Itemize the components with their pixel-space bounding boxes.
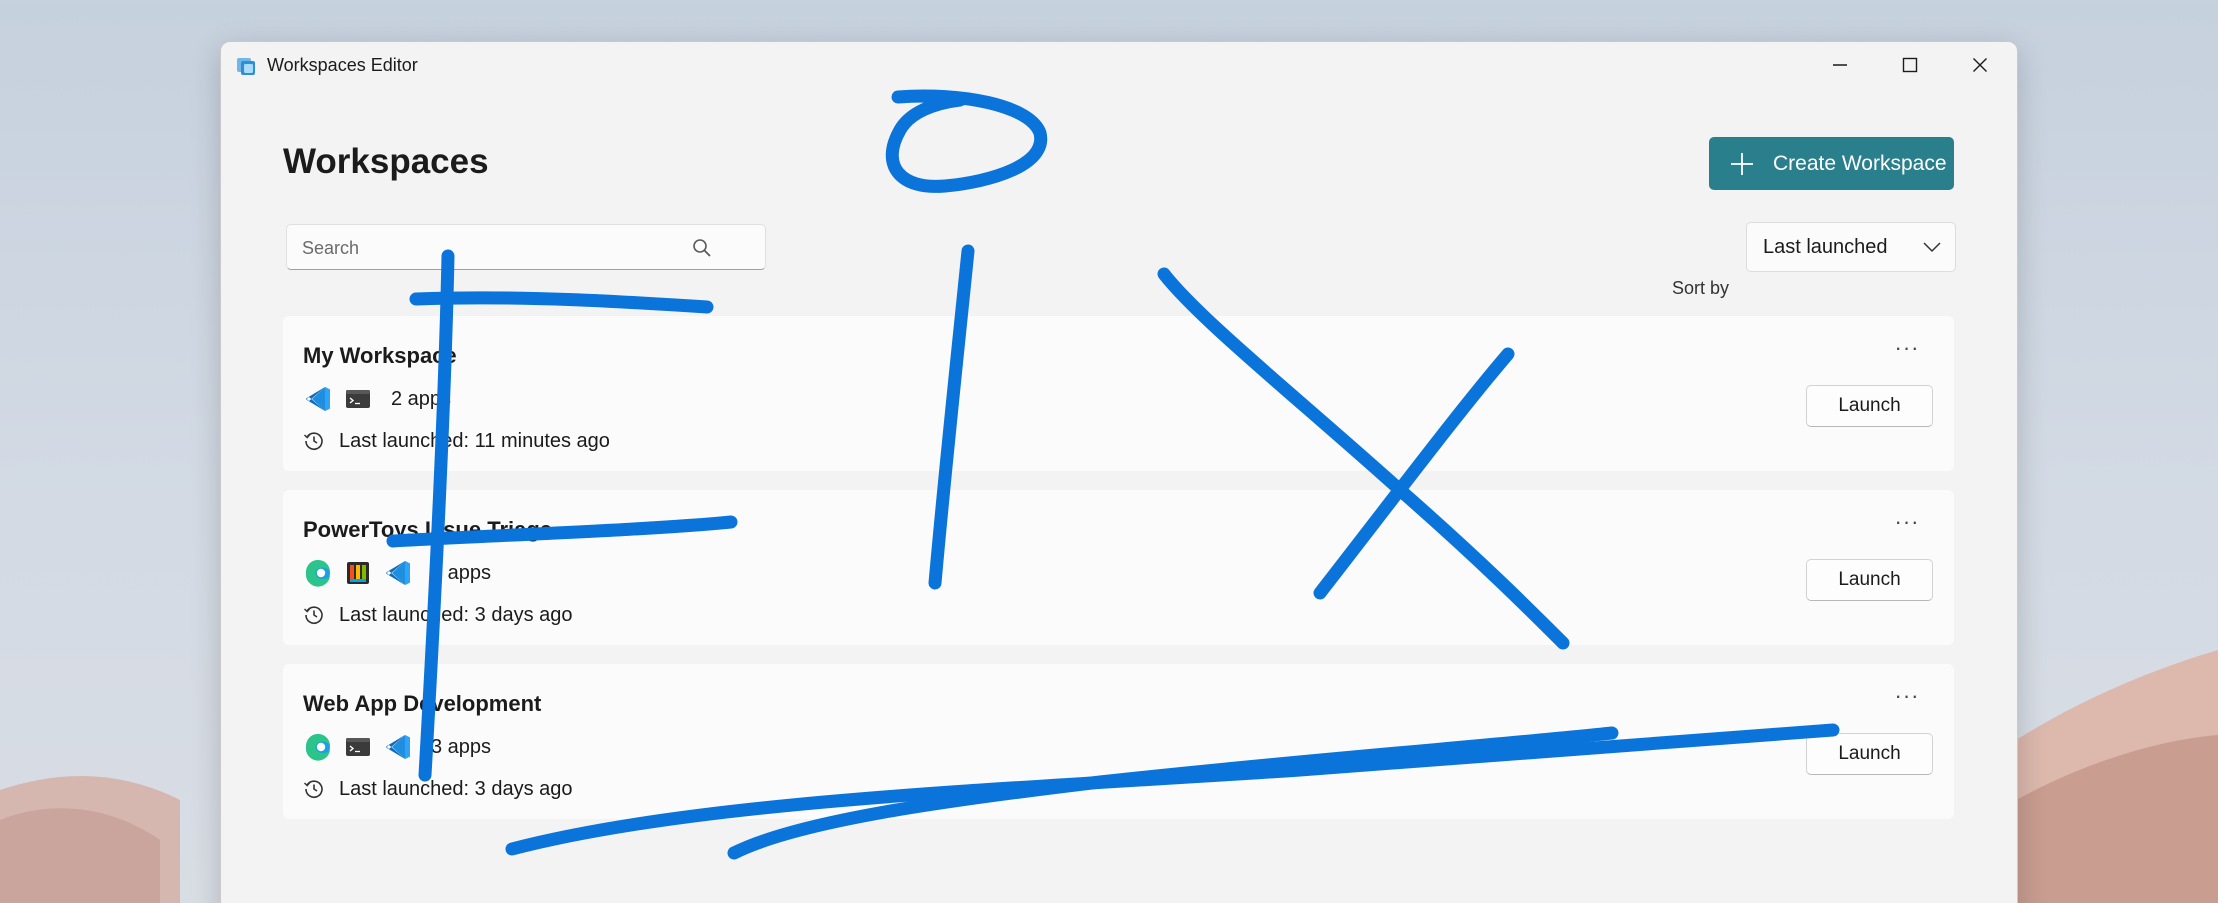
close-icon [1973,58,1987,72]
page-title: Workspaces [283,142,489,181]
create-workspace-button[interactable]: Create Workspace [1709,137,1954,190]
maximize-button[interactable] [1875,42,1945,88]
minimize-button[interactable] [1805,42,1875,88]
edge-icon [305,733,330,761]
workspace-card[interactable]: My Workspace 2 apps Last launched: 11 mi… [283,316,1954,471]
workspace-card[interactable]: Web App Development 3 apps Last launched… [283,664,1954,819]
vscode-icon [306,387,330,411]
more-options-button[interactable]: ··· [1889,508,1925,536]
sort-selected-value: Last launched [1763,236,1888,258]
app-count: 2 apps [391,387,452,410]
search-icon[interactable] [691,237,713,259]
sort-dropdown[interactable]: Last launched [1746,222,1956,272]
workspace-apps: 3 apps [303,731,491,763]
launch-button[interactable]: Launch [1806,385,1933,427]
maximize-icon [1902,57,1918,73]
launch-button[interactable]: Launch [1806,559,1933,601]
last-launched: Last launched: 11 minutes ago [303,427,610,455]
edge-icon [305,559,330,587]
chevron-down-icon [1923,242,1941,253]
plus-icon [1731,152,1753,175]
powertoys-icon [347,562,369,584]
close-button[interactable] [1945,42,2015,88]
more-options-button[interactable]: ··· [1889,334,1925,362]
workspace-name: Web App Development [303,691,542,716]
terminal-icon [346,390,370,408]
minimize-icon [1833,64,1847,66]
more-options-button[interactable]: ··· [1889,682,1925,710]
vscode-icon [386,735,410,759]
workspaces-editor-window: Workspaces Editor Workspaces Create Work… [220,41,2018,903]
workspace-apps: 3 apps [303,557,491,589]
search-input[interactable] [300,225,684,271]
terminal-icon [346,738,370,756]
history-icon [303,432,323,450]
app-count: 3 apps [431,735,492,758]
last-launched-text: Last launched: 11 minutes ago [339,429,610,452]
last-launched: Last launched: 3 days ago [303,775,573,803]
sort-by-label: Sort by [1672,278,1730,298]
workspaces-app-icon [237,58,255,75]
last-launched-text: Last launched: 3 days ago [339,777,573,800]
history-icon [303,606,323,624]
app-count: 3 apps [431,561,492,584]
workspace-name: PowerToys Issue Triage [303,517,553,542]
workspace-name: My Workspace [303,343,457,368]
last-launched: Last launched: 3 days ago [303,601,573,629]
title-bar[interactable]: Workspaces Editor [221,42,2017,88]
search-box[interactable] [286,224,766,271]
window-title: Workspaces Editor [267,55,418,75]
launch-button[interactable]: Launch [1806,733,1933,775]
workspace-card[interactable]: PowerToys Issue Triage 3 apps Last launc… [283,490,1954,645]
last-launched-text: Last launched: 3 days ago [339,603,573,626]
vscode-icon [386,561,410,585]
create-workspace-label: Create Workspace [1773,151,1947,175]
history-icon [303,780,323,798]
workspace-apps: 2 apps [303,383,451,415]
